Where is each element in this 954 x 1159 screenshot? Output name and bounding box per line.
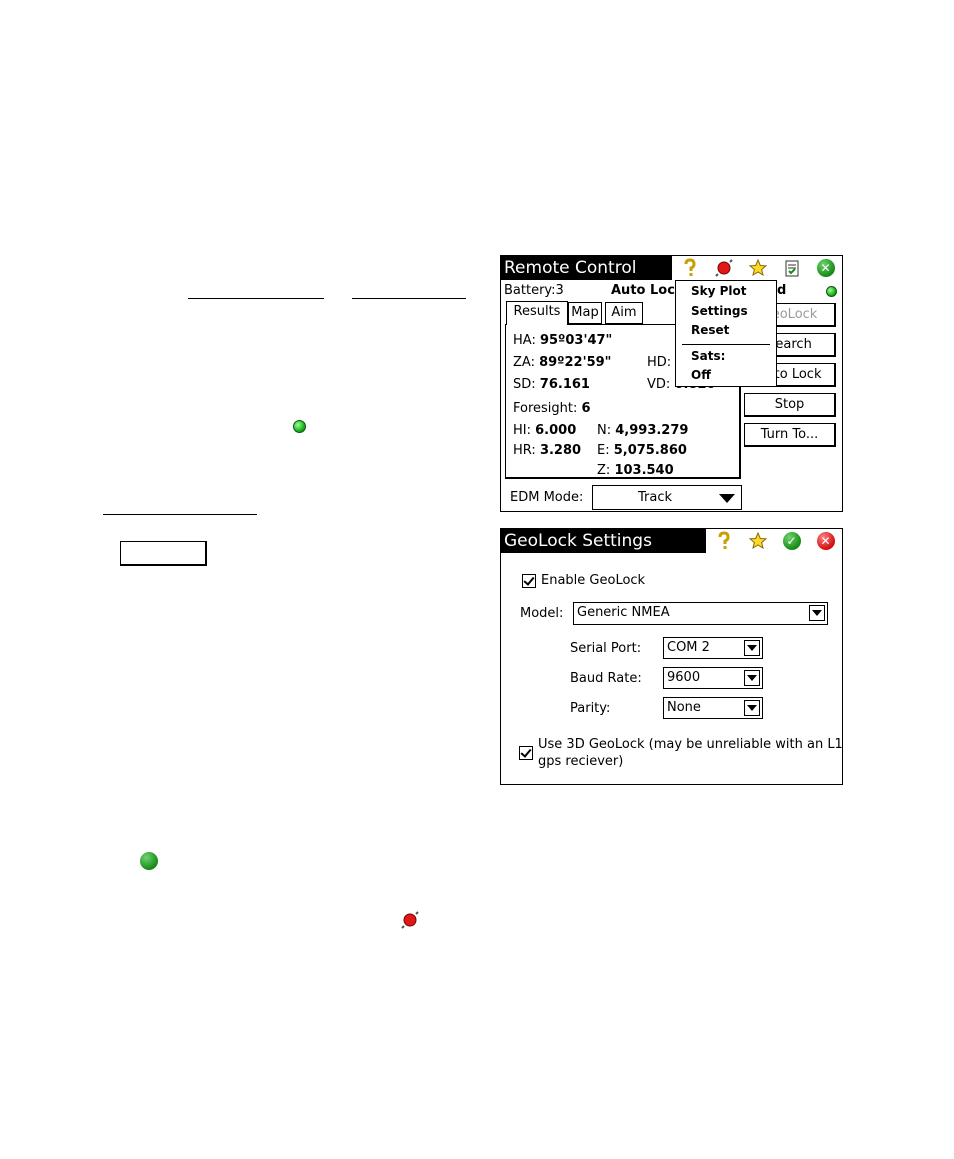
window-title: GeoLock Settings [504,531,652,551]
turn-to-button[interactable]: Turn To... [744,423,836,447]
parity-select[interactable]: None [663,697,763,719]
chevron-down-icon [744,700,760,716]
baud-rate-value: 9600 [667,670,701,685]
serial-port-label: Serial Port: [570,641,642,656]
ha-row: HA: 95º03'47" [513,333,613,348]
doc-underline-3 [103,514,257,515]
window-title: Remote Control [504,258,637,278]
ok-check-icon[interactable]: ✓ [774,529,808,553]
gps-red-icon[interactable] [706,256,740,280]
edm-mode-select[interactable]: Track [592,485,742,510]
model-label: Model: [520,606,564,621]
tab-map[interactable]: Map [568,302,602,324]
menu-item-sky-plot[interactable]: Sky Plot [691,284,747,298]
hi-row: HI: 6.000 [513,423,577,438]
notes-icon[interactable] [774,256,808,280]
gps-green-icon [293,420,306,433]
star-icon[interactable] [740,529,774,553]
parity-value: None [667,700,701,715]
tab-aim[interactable]: Aim [605,302,643,324]
edm-mode-label: EDM Mode: [510,490,584,505]
menu-item-settings[interactable]: Settings [691,304,748,318]
help-icon[interactable] [672,256,706,280]
star-icon[interactable] [740,256,774,280]
enable-geolock-label: Enable GeoLock [541,573,646,588]
tab-results[interactable]: Results [506,301,568,325]
doc-underline-2 [352,298,466,299]
baud-rate-select[interactable]: 9600 [663,667,763,689]
lock-status: Auto Lock [611,283,684,298]
remote-control-window: Remote Control ✕ Battery:3 Auto Lock d R… [500,255,843,512]
battery-status: Battery:3 [504,283,564,298]
titlebar-icons: ✓ ✕ [706,529,842,553]
gps-red-icon [401,911,419,929]
stop-button[interactable]: Stop [744,393,836,417]
serial-port-value: COM 2 [667,640,710,655]
menu-item-reset[interactable]: Reset [691,323,729,337]
parity-label: Parity: [570,701,611,716]
hd-label: HD: [647,355,672,370]
gps-dropdown-menu: Sky Plot Settings Reset Sats: Off [675,280,777,387]
geolock-settings-window: GeoLock Settings ✓ ✕ Enable GeoLock Mode… [500,528,843,785]
status-led-icon [826,286,837,297]
cancel-icon[interactable]: ✕ [808,529,842,553]
hr-row: HR: 3.280 [513,443,582,458]
serial-port-select[interactable]: COM 2 [663,637,763,659]
use-3d-geolock-checkbox[interactable] [519,746,533,760]
sd-row: SD: 76.161 [513,377,590,392]
foresight-row: Foresight: 6 [513,401,591,416]
n-row: N: 4,993.279 [597,423,689,438]
z-row: Z: 103.540 [597,463,674,478]
chevron-down-icon [809,605,825,621]
model-select[interactable]: Generic NMEA [573,602,828,625]
doc-button-outline [120,541,207,566]
enable-geolock-checkbox[interactable] [522,574,536,588]
geolock-titlebar: GeoLock Settings ✓ ✕ [501,529,842,553]
use-3d-geolock-label-2: gps reciever) [538,754,624,769]
close-icon[interactable]: ✕ [808,256,842,280]
help-icon[interactable] [706,529,740,553]
baud-rate-label: Baud Rate: [570,671,642,686]
model-value: Generic NMEA [577,605,670,620]
chevron-down-icon [744,670,760,686]
menu-sats-label: Sats: [691,349,726,363]
chevron-down-icon [719,494,735,503]
chevron-down-icon [744,640,760,656]
doc-underline-1 [188,298,324,299]
menu-separator [682,344,770,345]
edm-mode-value: Track [637,490,673,505]
menu-sats-value: Off [691,368,711,382]
za-row: ZA: 89º22'59" [513,355,612,370]
ok-check-icon [140,852,158,870]
titlebar-icons: ✕ [672,256,842,280]
use-3d-geolock-label-1: Use 3D GeoLock (may be unreliable with a… [538,737,843,752]
remote-control-titlebar: Remote Control ✕ [501,256,842,280]
lock-status-tail: d [777,283,787,298]
e-row: E: 5,075.860 [597,443,687,458]
